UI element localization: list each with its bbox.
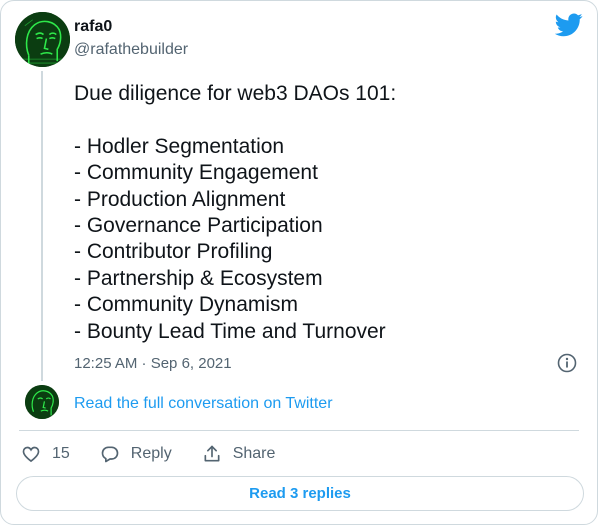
tweet-list-item: - Community Dynamism: [74, 293, 299, 317]
share-label: Share: [232, 445, 276, 462]
tweet-list-item: - Contributor Profiling: [74, 240, 273, 264]
tweet-heading: Due diligence for web3 DAOs 101:: [74, 82, 397, 105]
reply-label: Reply: [130, 445, 172, 462]
tweet-timestamp[interactable]: 12:25 AM · Sep 6, 2021: [74, 355, 232, 372]
tweet-actions: 15 Reply Share: [21, 441, 305, 467]
like-count: 15: [52, 445, 70, 462]
twitter-bird-icon[interactable]: [555, 13, 583, 37]
author-avatar[interactable]: [15, 12, 70, 67]
info-icon[interactable]: [557, 353, 577, 373]
tweet-list-item: - Governance Participation: [74, 214, 323, 238]
tweet-list-item: - Community Engagement: [74, 161, 318, 185]
author-display-name[interactable]: rafa0: [74, 18, 112, 36]
tweet-list-item: - Partnership & Ecosystem: [74, 266, 323, 290]
wojak-avatar-icon: [15, 12, 70, 67]
tweet-list-item: - Hodler Segmentation: [74, 134, 285, 158]
author-username[interactable]: @rafathebuilder: [74, 41, 188, 59]
reply-button[interactable]: Reply: [100, 444, 172, 464]
actions-divider: [19, 430, 579, 431]
like-button[interactable]: 15: [21, 444, 70, 464]
share-icon: [204, 445, 220, 462]
heart-icon: [22, 446, 40, 463]
tweet-text: Due diligence for web3 DAOs 101: - Hodle…: [74, 81, 574, 345]
tweet-list-item: - Bounty Lead Time and Turnover: [74, 319, 386, 343]
full-conversation-link[interactable]: Read the full conversation on Twitter: [74, 395, 333, 413]
reply-bubble-icon: [101, 446, 119, 463]
read-replies-button[interactable]: Read 3 replies: [16, 476, 584, 511]
tweet-card: rafa0 @rafathebuilder Due diligence for …: [0, 0, 598, 525]
wojak-avatar-icon: [25, 385, 59, 419]
tweet-list-item: - Production Alignment: [74, 187, 286, 211]
thread-line: [41, 71, 43, 381]
share-button[interactable]: Share: [202, 444, 276, 464]
conversation-avatar[interactable]: [25, 385, 59, 419]
